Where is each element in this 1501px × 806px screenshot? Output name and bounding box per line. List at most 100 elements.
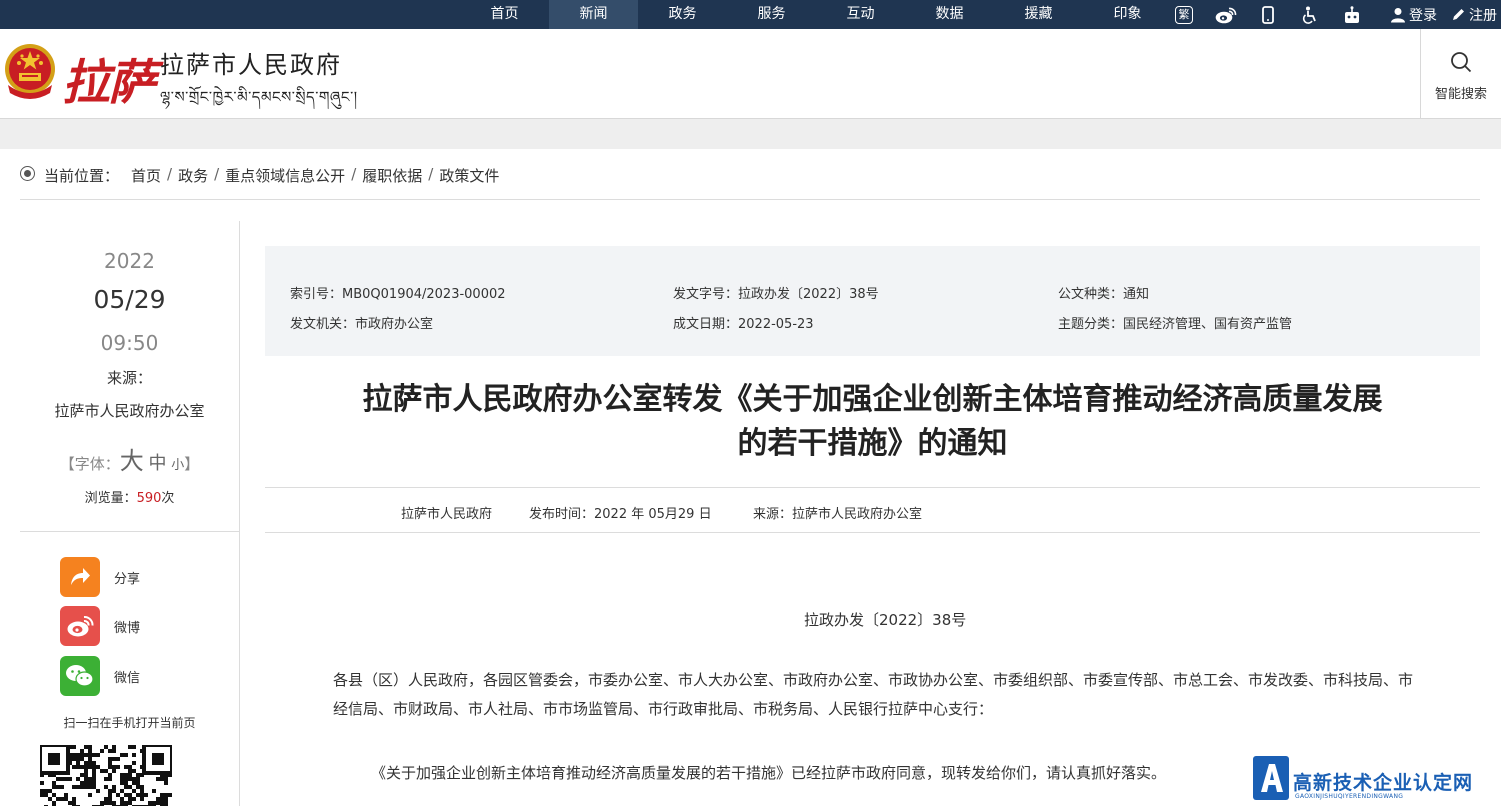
robot-button[interactable] (1340, 0, 1364, 29)
meta-organization: 拉萨市人民政府 (401, 507, 493, 522)
nav-icon-group: 繁 (1172, 0, 1382, 29)
watermark-text: 高新技术企业认定网 (1293, 772, 1474, 794)
user-icon (1391, 7, 1405, 22)
nav-item-news[interactable]: 新闻 (549, 0, 638, 29)
info-date: 成文日期：2022-05-23 (673, 313, 814, 332)
watermark-subtext: GAOXINJISHUQIYERENDINGWANG (1295, 793, 1404, 800)
nav-item-interaction[interactable]: 互动 (816, 0, 905, 29)
info-doc-number: 发文字号：拉政办发〔2022〕38号 (673, 283, 879, 302)
qr-code-label: 扫一扫在手机打开当前页 (63, 716, 196, 730)
info-issuer-value: 市政府办公室 (355, 317, 434, 332)
article-sidebar: 2022 05/29 09:50 来源： 拉萨市人民政府办公室 【字体：大 中 … (20, 221, 240, 806)
view-count-label: 浏览量： (84, 491, 137, 506)
info-topic-value: 国民经济管理、国有资产监管 (1123, 317, 1293, 332)
weibo-icon (1215, 7, 1237, 23)
font-size-label: 【字体： (59, 455, 120, 473)
info-doc-type-value: 通知 (1123, 287, 1150, 302)
publish-date: 05/29 (93, 285, 166, 314)
watermark-logo: 高新技术企业认定网 GAOXINJISHUQIYERENDINGWANG (1253, 754, 1501, 806)
share-arrow-icon (60, 557, 100, 597)
breadcrumb-separator: / (351, 165, 357, 183)
info-date-value: 2022-05-23 (738, 317, 814, 332)
weibo-button[interactable] (1214, 0, 1238, 29)
share-button[interactable]: 分享 (60, 557, 230, 597)
source-value: 拉萨市人民政府办公室 (54, 402, 205, 420)
traditional-chinese-button[interactable]: 繁 (1172, 0, 1196, 29)
grey-divider-strip (0, 119, 1501, 149)
location-dot-icon (20, 166, 35, 181)
breadcrumb-home[interactable]: 首页 (131, 165, 161, 186)
breadcrumb: 当前位置： 首页 / 政务 / 重点领域信息公开 / 履职依据 / 政策文件 (20, 160, 1480, 200)
mobile-icon (1262, 5, 1274, 24)
breadcrumb-separator: / (167, 165, 173, 183)
breadcrumb-government-affairs[interactable]: 政务 (178, 165, 208, 186)
weibo-share-label: 微博 (114, 620, 141, 636)
info-doc-type-label: 公文种类： (1058, 287, 1124, 302)
nav-item-data[interactable]: 数据 (905, 0, 994, 29)
info-doc-number-value: 拉政办发〔2022〕38号 (738, 287, 879, 302)
nav-item-services[interactable]: 服务 (727, 0, 816, 29)
view-count: 浏览量：590次 (20, 487, 239, 506)
article-title: 拉萨市人民政府办公室转发《关于加强企业创新主体培育推动经济高质量发展 的若干措施… (265, 378, 1480, 466)
nav-item-aid-tibet[interactable]: 援藏 (994, 0, 1083, 29)
login-link[interactable]: 登录 (1390, 0, 1437, 29)
meta-publish-time-label: 发布时间： (529, 507, 595, 522)
robot-icon (1345, 5, 1359, 23)
font-size-large-button[interactable]: 大 (120, 447, 144, 475)
wechat-icon (60, 656, 100, 696)
view-count-number: 590 (136, 491, 162, 506)
national-emblem-icon (5, 44, 55, 99)
qr-code-icon (40, 745, 172, 806)
meta-source-value: 拉萨市人民政府办公室 (792, 507, 923, 522)
mobile-button[interactable] (1256, 0, 1280, 29)
info-topic: 主题分类：国民经济管理、国有资产监管 (1058, 313, 1292, 332)
info-issuer-label: 发文机关： (290, 317, 356, 332)
register-label: 注册 (1469, 7, 1497, 24)
top-nav-bar: 首页 新闻 政务 服务 互动 数据 援藏 印象 繁 登录 注册 (0, 0, 1501, 29)
smart-search-button[interactable]: 智能搜索 (1420, 29, 1501, 118)
wechat-share-label: 微信 (114, 670, 141, 686)
logo-chinese-name: 拉萨市人民政府 (160, 51, 342, 79)
search-icon (1451, 52, 1472, 73)
font-size-bracket: 】 (184, 455, 200, 473)
meta-publish-time-value: 2022 年 05月29 日 (594, 507, 712, 522)
info-index-value: MB0Q01904/2023-00002 (342, 287, 506, 302)
publish-year: 2022 (104, 249, 155, 273)
logo-calligraphy: 拉萨 (62, 55, 156, 111)
login-label: 登录 (1409, 7, 1437, 24)
info-doc-number-label: 发文字号： (673, 287, 739, 302)
wechat-share-button[interactable]: 微信 (60, 656, 230, 696)
breadcrumb-key-disclosure[interactable]: 重点领域信息公开 (225, 165, 345, 186)
sidebar-divider (20, 531, 239, 532)
info-issuer: 发文机关：市政府办公室 (290, 313, 433, 332)
smart-search-label: 智能搜索 (1434, 87, 1487, 102)
breadcrumb-separator: / (214, 165, 220, 183)
font-size-medium-button[interactable]: 中 (148, 453, 166, 474)
font-size-switcher: 【字体：大 中 小】 (20, 441, 239, 476)
nav-item-impression[interactable]: 印象 (1083, 0, 1172, 29)
logo-tibetan-name: ལྷ་ས་གྲོང་ཁྱེར་མི་དམངས་སྲིད་གཞུང་། (160, 88, 358, 106)
breadcrumb-duty-basis[interactable]: 履职依据 (362, 165, 422, 186)
weibo-share-button[interactable]: 微博 (60, 606, 230, 646)
info-date-label: 成文日期： (673, 317, 739, 332)
share-label: 分享 (114, 571, 141, 587)
register-link[interactable]: 注册 (1451, 0, 1497, 29)
pencil-icon (1453, 9, 1464, 20)
nav-item-home[interactable]: 首页 (460, 0, 549, 29)
accessibility-button[interactable] (1298, 0, 1322, 29)
nav-item-government-affairs[interactable]: 政务 (638, 0, 727, 29)
breadcrumb-label: 当前位置： (44, 167, 120, 185)
font-size-small-button[interactable]: 小 (171, 458, 184, 473)
article-meta: 拉萨市人民政府 发布时间：2022 年 05月29 日 来源：拉萨市人民政府办公… (265, 487, 1480, 533)
article-addressee: 各县（区）人民政府，各园区管委会，市委办公室、市人大办公室、市政府办公室、市政协… (333, 671, 1414, 718)
source-label: 来源： (106, 369, 152, 387)
breadcrumb-policy-documents[interactable]: 政策文件 (439, 165, 499, 186)
breadcrumb-separator: / (428, 165, 434, 183)
publish-time: 09:50 (100, 331, 159, 355)
info-topic-label: 主题分类： (1058, 317, 1124, 332)
info-index: 索引号：MB0Q01904/2023-00002 (290, 283, 506, 302)
weibo-share-icon (60, 606, 100, 646)
accessibility-icon (1302, 6, 1316, 24)
meta-publish-time: 发布时间：2022 年 05月29 日 (529, 503, 712, 522)
site-header: 拉萨 拉萨市人民政府 ལྷ་ས་གྲོང་ཁྱེར་མི་དམངས་སྲིད་ག… (0, 29, 1501, 119)
